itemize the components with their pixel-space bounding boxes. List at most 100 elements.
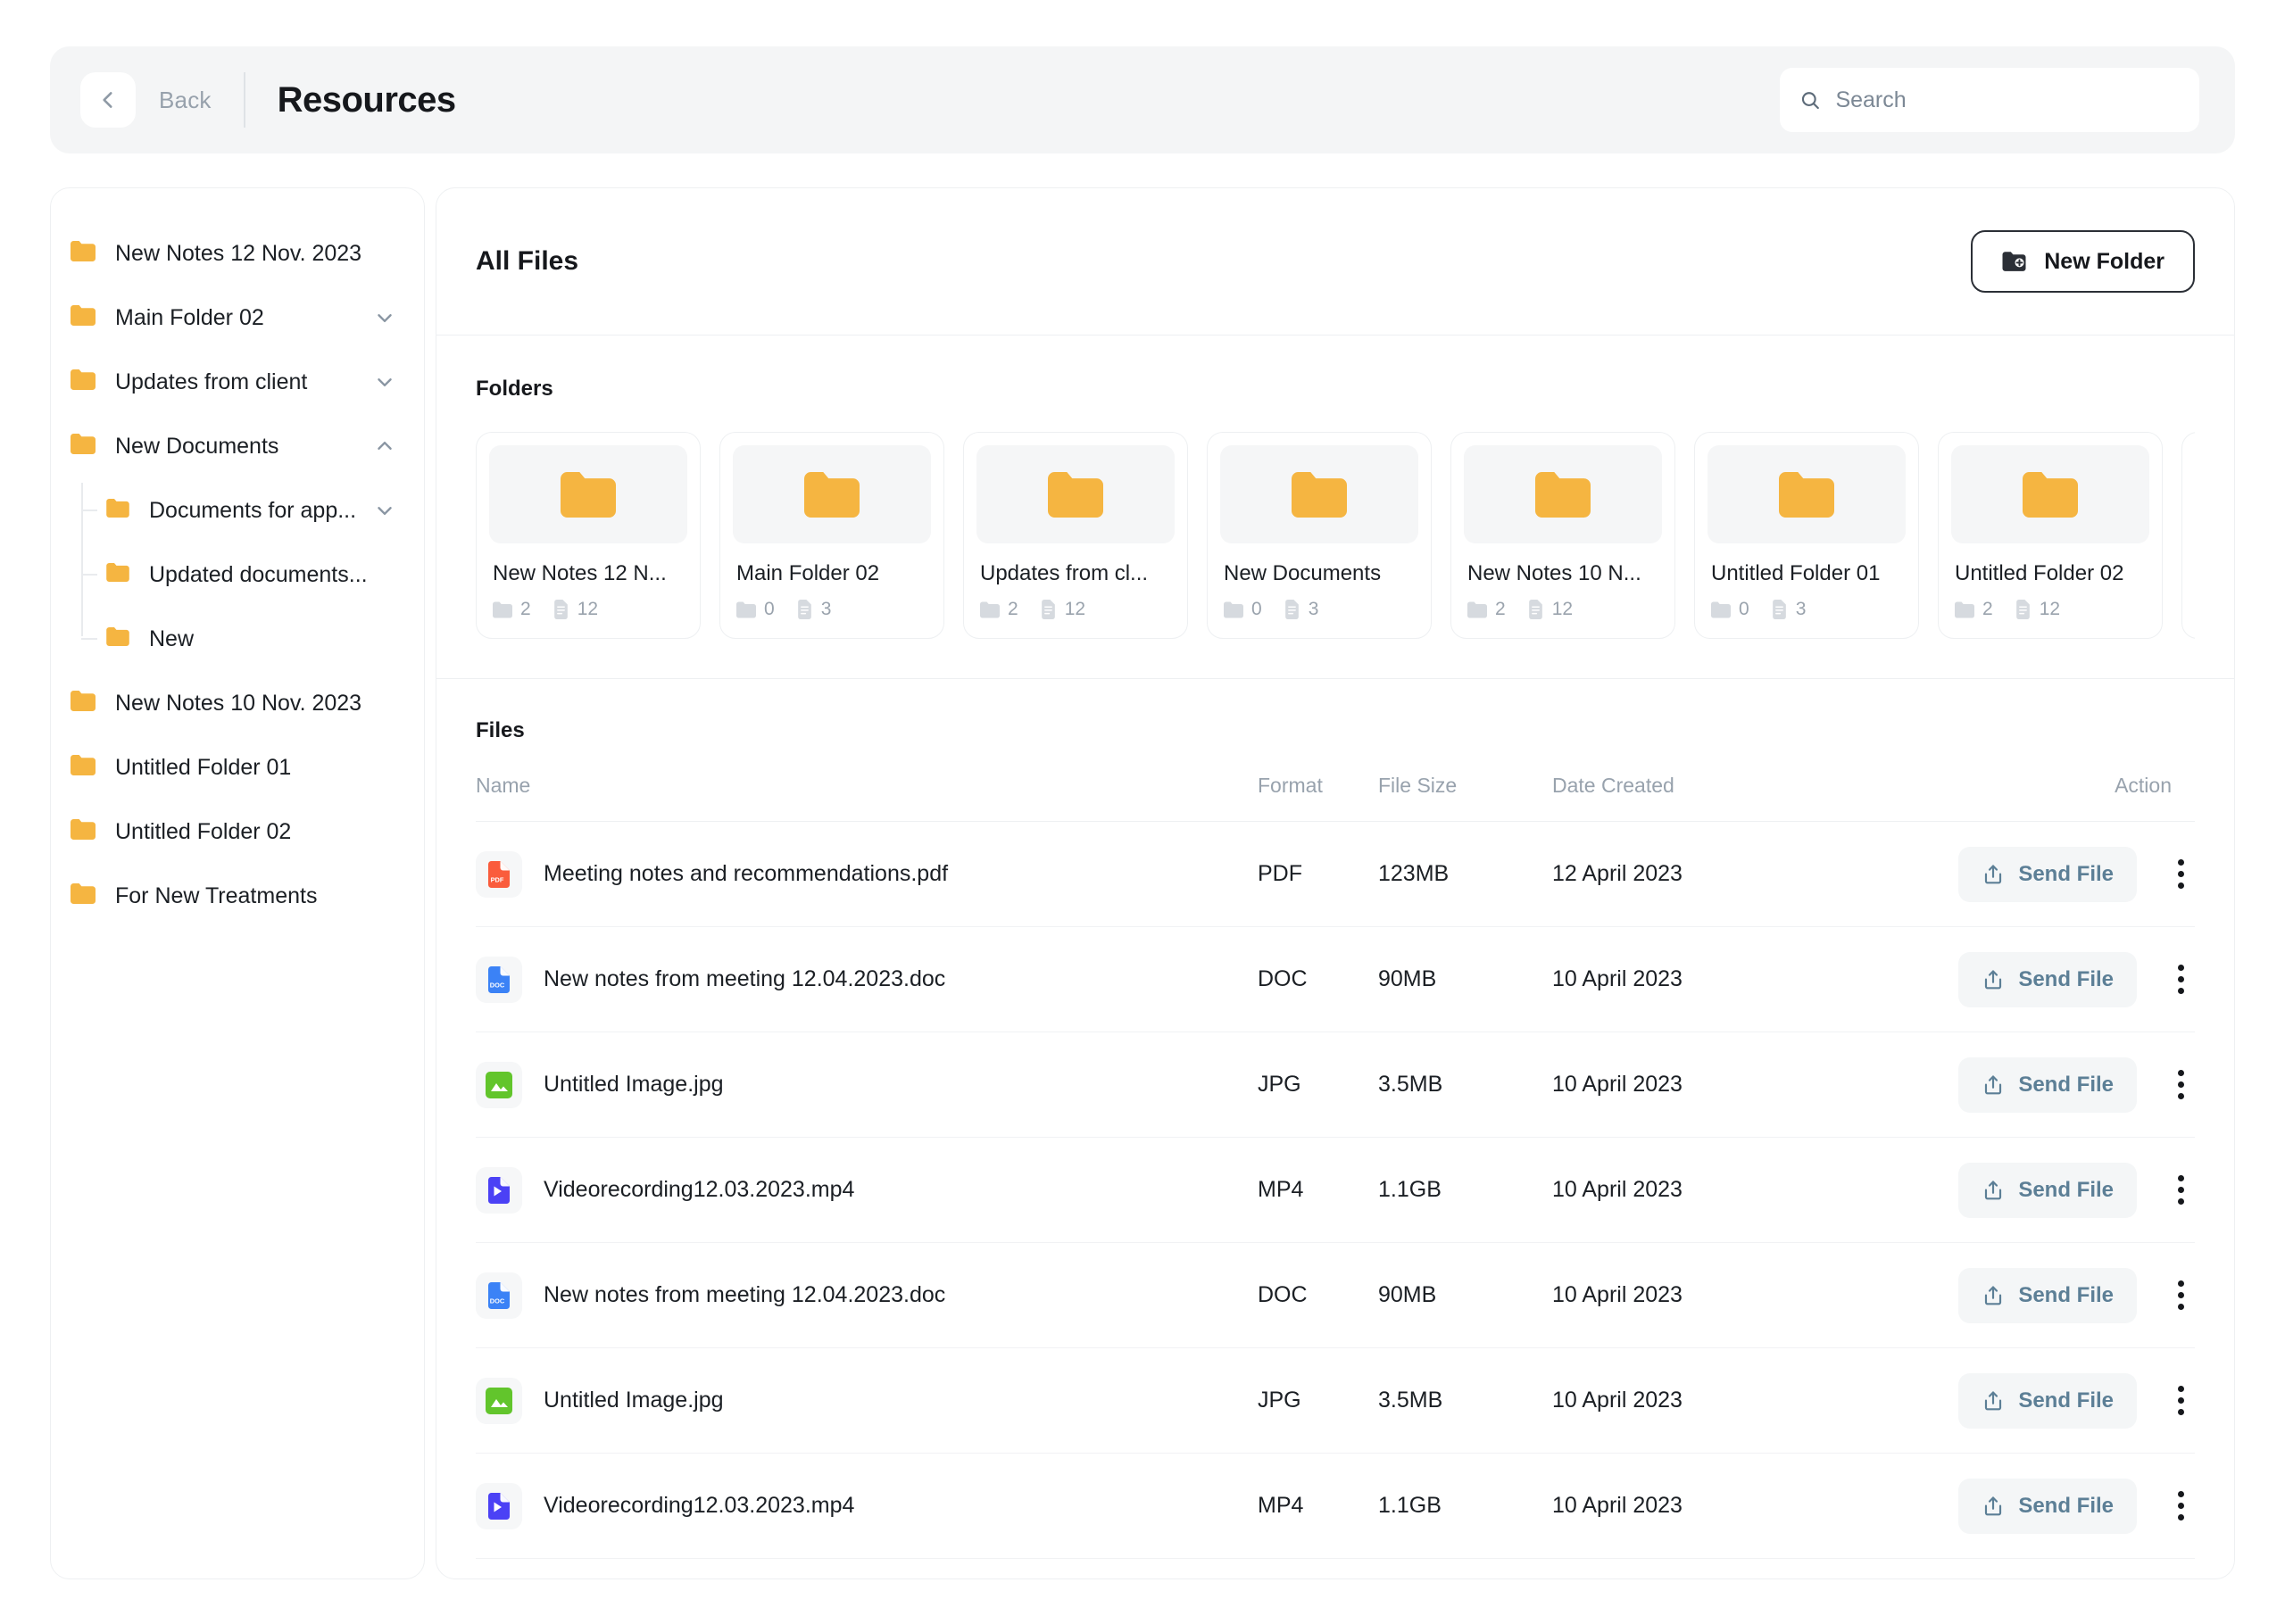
share-upload-icon <box>1982 968 2005 991</box>
tree-item-toggle[interactable] <box>374 435 395 457</box>
cell-format: PDF <box>1258 822 1378 927</box>
tree-item[interactable]: Untitled Folder 01 <box>71 745 404 790</box>
folder-grid: New Notes 12 N...212Main Folder 0203Upda… <box>476 432 2195 639</box>
row-more-options-button[interactable] <box>2167 1063 2195 1106</box>
cell-action: Send File <box>1927 822 2195 927</box>
folder-card-name: New Notes 10 N... <box>1464 561 1662 586</box>
folder-card[interactable]: Untitled Folder 02212 <box>1938 432 2163 639</box>
chevron-up-icon[interactable] <box>374 435 395 457</box>
tree-item[interactable]: New Notes 10 Nov. 2023 <box>71 681 404 725</box>
folder-card[interactable]: Untitled Folder 01 03 <box>1694 432 1919 639</box>
tree-item[interactable]: New Documents <box>71 424 404 468</box>
file-name[interactable]: Untitled Image.jpg <box>544 1072 724 1098</box>
share-upload-icon <box>1982 1495 2005 1518</box>
file-name[interactable]: Meeting notes and recommendations.pdf <box>544 861 948 887</box>
table-row[interactable]: DOCNew notes from meeting 12.04.2023.doc… <box>476 927 2195 1032</box>
folder-thumbnail <box>976 445 1175 543</box>
folder-thumbnail <box>1220 445 1418 543</box>
subfolder-count: 2 <box>1467 599 1506 620</box>
row-more-options-button[interactable] <box>2167 1484 2195 1528</box>
folder-card-meta: 03 <box>733 599 931 620</box>
row-more-options-button[interactable] <box>2167 957 2195 1001</box>
folder-card[interactable]: New Documents03 <box>1207 432 1432 639</box>
tree-item[interactable]: New Notes 12 Nov. 2023 <box>71 231 404 276</box>
chevron-down-icon[interactable] <box>374 500 395 521</box>
tree-item-toggle[interactable] <box>374 307 395 328</box>
search-input[interactable] <box>1835 87 2180 113</box>
tree-item-label: Main Folder 02 <box>115 305 264 331</box>
send-file-button[interactable]: Send File <box>1958 1163 2137 1218</box>
tree-item-toggle[interactable] <box>374 371 395 393</box>
header-divider <box>244 72 245 128</box>
folder-card-name: Untitled Folder 01 <box>1708 561 1906 586</box>
folder-thumbnail <box>1951 445 2149 543</box>
table-row[interactable]: DOCNew notes from meeting 12.04.2023.doc… <box>476 1243 2195 1348</box>
folders-section-title: Folders <box>476 377 2195 402</box>
send-file-button[interactable]: Send File <box>1958 847 2137 902</box>
folder-icon <box>561 472 616 518</box>
tree-item-label: Untitled Folder 01 <box>115 755 291 781</box>
tree-subitem[interactable]: Updated documents... <box>106 552 404 597</box>
chevron-down-icon[interactable] <box>374 371 395 393</box>
column-header-name[interactable]: Name <box>476 774 1258 822</box>
tree-item[interactable]: Updates from client <box>71 360 404 404</box>
cell-file-size: 3.5MB <box>1378 1348 1552 1454</box>
send-file-button[interactable]: Send File <box>1958 1479 2137 1534</box>
send-file-label: Send File <box>2018 1494 2114 1519</box>
row-more-options-button[interactable] <box>2167 852 2195 896</box>
tree-subitem-toggle[interactable] <box>374 500 395 521</box>
row-more-options-button[interactable] <box>2167 1273 2195 1317</box>
back-navigation[interactable]: Back <box>80 72 212 128</box>
table-row[interactable]: Videorecording12.03.2023.mp4MP41.1GB10 A… <box>476 1138 2195 1243</box>
send-file-button[interactable]: Send File <box>1958 1268 2137 1323</box>
new-folder-button[interactable]: New Folder <box>1971 230 2195 293</box>
table-row[interactable]: Untitled Image.jpgJPG3.5MB10 April 2023S… <box>476 1032 2195 1138</box>
table-row[interactable]: Untitled Image.jpgJPG3.5MB10 April 2023S… <box>476 1348 2195 1454</box>
file-count: 12 <box>1040 599 1085 620</box>
file-name[interactable]: Videorecording12.03.2023.mp4 <box>544 1177 854 1203</box>
file-name[interactable]: Videorecording12.03.2023.mp4 <box>544 1493 854 1519</box>
file-icon-wrap <box>476 1167 522 1214</box>
column-header-file-size[interactable]: File Size <box>1378 774 1552 822</box>
folder-card[interactable]: New Notes 10 N...212 <box>1450 432 1675 639</box>
send-file-label: Send File <box>2018 1283 2114 1308</box>
table-row[interactable]: PDF Meeting notes and recommendations.pdf… <box>476 822 2195 927</box>
tree-item[interactable]: For New Treatments <box>71 874 404 918</box>
folder-card[interactable]: New Notes 12 N...212 <box>476 432 701 639</box>
tree-item[interactable]: Untitled Folder 02 <box>71 809 404 854</box>
column-header-date-created[interactable]: Date Created <box>1552 774 1927 822</box>
subfolder-count: 2 <box>493 599 531 620</box>
send-file-button[interactable]: Send File <box>1958 952 2137 1007</box>
search-box[interactable] <box>1780 68 2199 132</box>
file-name[interactable]: New notes from meeting 12.04.2023.doc <box>544 1282 945 1308</box>
tree-item[interactable]: Main Folder 02 <box>71 295 404 340</box>
file-icon-wrap <box>476 1062 522 1108</box>
row-more-options-button[interactable] <box>2167 1168 2195 1212</box>
tree-subitem[interactable]: New <box>106 617 404 661</box>
back-button[interactable] <box>80 72 136 128</box>
cell-name: Untitled Image.jpg <box>476 1348 1258 1454</box>
file-count: 12 <box>2015 599 2060 620</box>
send-file-button[interactable]: Send File <box>1958 1373 2137 1429</box>
folder-card-meta: 03 <box>1708 599 1906 620</box>
send-file-button[interactable]: Send File <box>1958 1057 2137 1113</box>
row-more-options-button[interactable] <box>2167 1379 2195 1422</box>
cell-action: Send File <box>1927 927 2195 1032</box>
file-name[interactable]: Untitled Image.jpg <box>544 1388 724 1413</box>
file-count-icon <box>553 600 569 619</box>
jpg-file-icon <box>484 1386 514 1416</box>
tree-subitem[interactable]: Documents for app... <box>106 488 404 533</box>
cell-format: JPG <box>1258 1348 1378 1454</box>
send-file-label: Send File <box>2018 1388 2114 1413</box>
folder-icon-wrap <box>71 241 96 266</box>
folder-icon <box>71 305 96 326</box>
cell-date-created: 10 April 2023 <box>1552 1138 1927 1243</box>
chevron-down-icon[interactable] <box>374 307 395 328</box>
table-row[interactable]: Videorecording12.03.2023.mp4MP41.1GB10 A… <box>476 1454 2195 1559</box>
column-header-format[interactable]: Format <box>1258 774 1378 822</box>
folder-card[interactable]: Updates from cl...212 <box>963 432 1188 639</box>
folder-card[interactable]: For New Treatme...03 <box>2181 432 2195 639</box>
file-name[interactable]: New notes from meeting 12.04.2023.doc <box>544 966 945 992</box>
folder-card[interactable]: Main Folder 0203 <box>719 432 944 639</box>
column-header-action: Action <box>1927 774 2195 822</box>
